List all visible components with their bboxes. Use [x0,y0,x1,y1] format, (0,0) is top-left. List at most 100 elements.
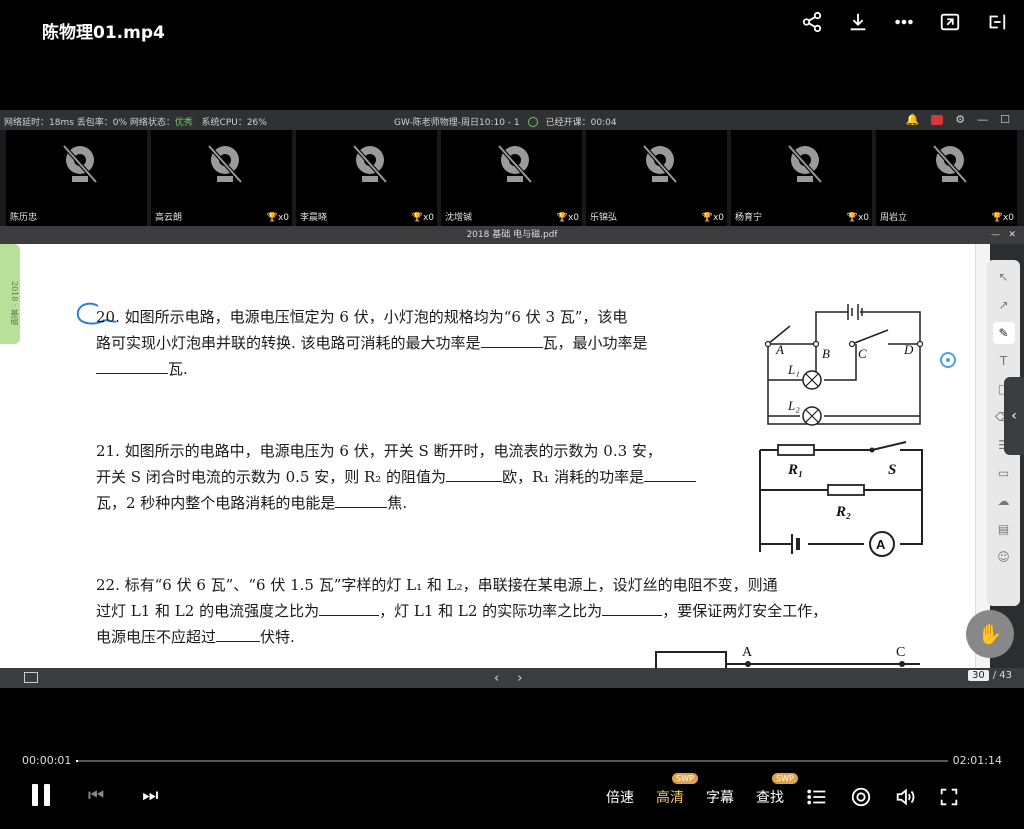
label-A: A [742,645,753,660]
camera-off-icon [932,144,968,184]
q20-line1: 20. 如图所示电路，电源电压恒定为 6 伏，小灯泡的规格均为“6 伏 3 瓦”… [96,308,628,326]
pip-icon[interactable] [938,10,962,34]
prev-page-icon[interactable]: ‹ [494,671,499,686]
current-time: 00:00:01 [22,754,72,767]
cursor-icon[interactable]: ↖ [993,266,1015,288]
q20-line2: 路可实现小灯泡串并联的转换. 该电路可消耗的最大功率是 瓦，最小功率是 [96,330,746,356]
student-score: 🏆x0 [847,213,869,223]
text-icon[interactable]: T [993,350,1015,372]
pause-button[interactable] [32,784,50,806]
camera-tile[interactable]: 沈增铖 🏆x0 [441,130,582,226]
side-tab[interactable]: 2018 · 基础 [0,244,20,344]
camera-off-icon [207,144,243,184]
share-icon[interactable] [800,10,824,34]
top-actions [800,10,1008,34]
label-S: S [888,462,896,478]
chat-icon[interactable]: ▭ [993,462,1015,484]
label-D: D [903,342,914,357]
class-info: GW-陈老师物理-周日10:10 - 1 已经开课：00:04 [394,115,617,128]
next-page-icon[interactable]: › [517,671,522,686]
progress-bar[interactable] [76,760,948,762]
more-icon[interactable] [892,10,916,34]
exit-icon[interactable] [984,10,1008,34]
minimize-icon[interactable]: — [991,226,1000,244]
score-value: x0 [422,213,434,223]
window-controls: 🔔 ⚙ — ☐ [906,113,1010,126]
total-pages: / 43 [992,670,1012,681]
minimize-icon[interactable]: — [977,113,988,126]
answer-blank[interactable] [216,627,261,642]
player-controls: 00:00:01 02:01:14 ⏮ ⏭ 倍速 SWP 高清 字幕 SWP 查找 [0,740,1024,829]
next-icon[interactable]: ⏭ [142,785,158,806]
answer-blank[interactable] [644,467,697,482]
answer-blank[interactable] [480,333,543,348]
answer-blank[interactable] [602,601,663,616]
camera-tile[interactable]: 乐锦弘 🏆x0 [586,130,727,226]
current-page-input[interactable]: 30 [967,670,989,681]
raise-hand-icon[interactable]: ✋ [966,610,1014,658]
camera-tile[interactable]: 周岩立 🏆x0 [876,130,1017,226]
label-L1: L₁ [787,362,800,377]
volume-icon[interactable] [894,786,916,808]
student-name: 李晨晓 [300,213,328,223]
laser-icon[interactable]: ↗ [993,294,1015,316]
recording-stage: 网络延时：18ms 丢包率：0% 网络状态：优秀 系统CPU：26% GW-陈老… [0,110,1024,688]
camera-tile[interactable]: 高云朗 🏆x0 [151,130,292,226]
speed-button[interactable]: 倍速 [606,787,634,807]
q22-text: 伏特. [260,628,295,646]
student-score: 🏆x0 [412,213,434,223]
label-C: C [858,346,867,361]
camera-off-icon [352,144,388,184]
player-options: 倍速 SWP 高清 字幕 SWP 查找 [606,773,960,808]
student-name: 乐锦弘 [590,213,618,223]
cloud-icon[interactable]: ☁ [993,490,1015,512]
quality-label: 高清 [656,790,684,806]
q21-text: 欧，R₁ 消耗的功率是 [502,468,645,486]
clock-icon [527,116,538,127]
label-R1: R₁ [787,462,803,478]
quality-button[interactable]: SWP 高清 [656,773,698,807]
q21-line1: 21. 如图所示的电路中，电源电压为 6 伏，开关 S 断开时，电流表的示数为 … [96,442,662,460]
camera-tile[interactable]: 陈历忠 [6,130,147,226]
student-score: 🏆x0 [992,213,1014,223]
quality-badge: SWP [672,773,698,784]
settings-icon[interactable]: ⚙ [955,113,965,126]
camera-off-icon [62,144,98,184]
total-time: 02:01:14 [952,754,1002,767]
student-name: 沈增铖 [445,213,473,223]
q22-line2: 过灯 L1 和 L2 的电流强度之比为 ，灯 L1 和 L2 的实际功率之比为 ，要… [96,598,926,624]
answer-blank[interactable] [446,467,503,482]
answer-blank[interactable] [319,601,380,616]
student-name: 杨育宁 [735,213,763,223]
label-B: B [822,346,830,361]
fullscreen-icon[interactable] [938,786,960,808]
pdf-navigation-bar: ‹ › 30 / 43 [0,668,1024,688]
download-icon[interactable] [846,10,870,34]
playlist-icon[interactable] [806,786,828,808]
bell-icon[interactable]: 🔔 [906,113,920,126]
camera-off-icon [787,144,823,184]
student-score: 🏆x0 [702,213,724,223]
q20-text: 路可实现小灯泡串并联的转换. 该电路可消耗的最大功率是 [96,334,481,352]
subtitle-button[interactable]: 字幕 [706,787,734,807]
class-title: GW-陈老师物理-周日10:10 - 1 [394,118,520,128]
users-icon[interactable]: ☺ [993,546,1015,568]
record-icon[interactable] [931,114,944,125]
answer-blank[interactable] [335,493,388,508]
maximize-icon[interactable]: ☐ [1000,113,1010,126]
trophy-icon: 🏆 [411,213,423,223]
toolbox-icon[interactable]: ▤ [993,518,1015,540]
search-button[interactable]: SWP 查找 [756,773,798,807]
camera-off-icon [642,144,678,184]
close-icon[interactable]: ✕ [1008,226,1016,244]
camera-tile[interactable]: 李晨晓 🏆x0 [296,130,437,226]
pdf-page: 2018 · 基础 20. 如图所示电路，电源电压恒定为 6 伏，小灯泡的规格均… [0,244,990,668]
target-icon[interactable] [850,786,872,808]
camera-tile[interactable]: 杨育宁 🏆x0 [731,130,872,226]
thumbnail-icon[interactable] [24,672,38,683]
previous-icon[interactable]: ⏮ [88,785,104,806]
page-indicator: 30 / 43 [967,670,1012,681]
expand-panel-icon[interactable]: ‹ [1004,377,1024,455]
pen-icon[interactable]: ✎ [992,322,1015,344]
answer-blank[interactable] [96,359,168,374]
